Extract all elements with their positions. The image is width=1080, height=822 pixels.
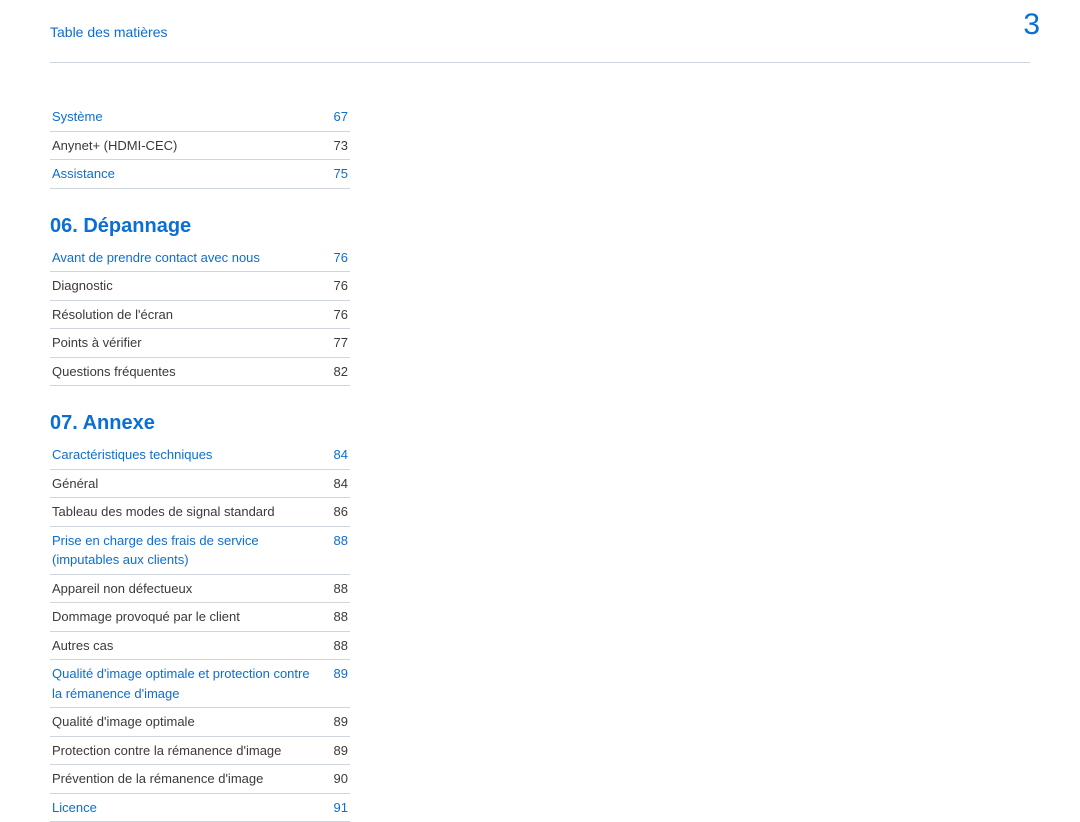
toc-entry-resolution[interactable]: Résolution de l'écran 76 [50,301,350,330]
toc-entry-label: Dommage provoqué par le client [52,607,318,627]
toc-entry-label: Anynet+ (HDMI-CEC) [52,136,318,156]
toc-entry-label: Autres cas [52,636,318,656]
toc-entry-protection-remanence[interactable]: Protection contre la rémanence d'image 8… [50,737,350,766]
toc-entry-page: 88 [324,607,348,627]
toc-entry-label: Qualité d'image optimale [52,712,318,732]
toc-entry-label: Général [52,474,318,494]
toc-entry-tableau-modes[interactable]: Tableau des modes de signal standard 86 [50,498,350,527]
toc-entry-page: 90 [324,769,348,789]
content-area: Système 67 Anynet+ (HDMI-CEC) 73 Assista… [0,63,1080,822]
toc-entry-page: 82 [324,362,348,382]
section-heading-annexe: 07. Annexe [50,412,350,435]
toc-entry-label: Protection contre la rémanence d'image [52,741,318,761]
toc-entry-label: Prévention de la rémanence d'image [52,769,318,789]
toc-entry-licence[interactable]: Licence 91 [50,794,350,822]
toc-entry-label: Licence [52,798,318,818]
toc-entry-page: 88 [324,579,348,599]
toc-entry-label: Prise en charge des frais de service (im… [52,531,318,570]
toc-entry-label: Caractéristiques techniques [52,445,318,465]
toc-entry-qualite-optimale[interactable]: Qualité d'image optimale 89 [50,708,350,737]
toc-entry-qualite-protection[interactable]: Qualité d'image optimale et protection c… [50,660,350,708]
toc-entry-prevention-remanence[interactable]: Prévention de la rémanence d'image 90 [50,765,350,794]
toc-entry-page: 88 [324,531,348,551]
toc-entry-label: Questions fréquentes [52,362,318,382]
toc-entry-page: 91 [324,798,348,818]
header-title: Table des matières [50,24,168,40]
toc-entry-page: 76 [324,248,348,268]
toc-entry-label: Points à vérifier [52,333,318,353]
toc-entry-frais-service[interactable]: Prise en charge des frais de service (im… [50,527,350,575]
toc-entry-label: Diagnostic [52,276,318,296]
page-number: 3 [1023,8,1040,42]
toc-entry-dommage-client[interactable]: Dommage provoqué par le client 88 [50,603,350,632]
toc-entry-label: Avant de prendre contact avec nous [52,248,318,268]
toc-entry-label: Résolution de l'écran [52,305,318,325]
toc-entry-page: 86 [324,502,348,522]
section-heading-depannage: 06. Dépannage [50,215,350,238]
toc-entry-page: 89 [324,712,348,732]
toc-entry-page: 77 [324,333,348,353]
toc-entry-label: Qualité d'image optimale et protection c… [52,664,318,703]
toc-entry-non-defectueux[interactable]: Appareil non défectueux 88 [50,575,350,604]
toc-entry-page: 88 [324,636,348,656]
toc-entry-systeme[interactable]: Système 67 [50,103,350,132]
toc-entry-page: 73 [324,136,348,156]
toc-entry-questions[interactable]: Questions fréquentes 82 [50,358,350,387]
toc-entry-page: 89 [324,664,348,684]
toc-entry-page: 89 [324,741,348,761]
toc-entry-caracteristiques[interactable]: Caractéristiques techniques 84 [50,441,350,470]
toc-entry-assistance[interactable]: Assistance 75 [50,160,350,189]
toc-column: Système 67 Anynet+ (HDMI-CEC) 73 Assista… [50,103,350,822]
toc-entry-anynet[interactable]: Anynet+ (HDMI-CEC) 73 [50,132,350,161]
page-header: Table des matières 3 [0,0,1080,52]
toc-entry-general[interactable]: Général 84 [50,470,350,499]
toc-entry-autres-cas[interactable]: Autres cas 88 [50,632,350,661]
toc-entry-page: 84 [324,474,348,494]
toc-entry-page: 76 [324,305,348,325]
toc-entry-diagnostic[interactable]: Diagnostic 76 [50,272,350,301]
toc-entry-page: 67 [324,107,348,127]
toc-entry-page: 75 [324,164,348,184]
toc-entry-points-verifier[interactable]: Points à vérifier 77 [50,329,350,358]
toc-entry-label: Tableau des modes de signal standard [52,502,318,522]
toc-entry-label: Assistance [52,164,318,184]
toc-entry-label: Appareil non défectueux [52,579,318,599]
toc-entry-avant-contact[interactable]: Avant de prendre contact avec nous 76 [50,244,350,273]
toc-entry-label: Système [52,107,318,127]
toc-entry-page: 76 [324,276,348,296]
toc-entry-page: 84 [324,445,348,465]
